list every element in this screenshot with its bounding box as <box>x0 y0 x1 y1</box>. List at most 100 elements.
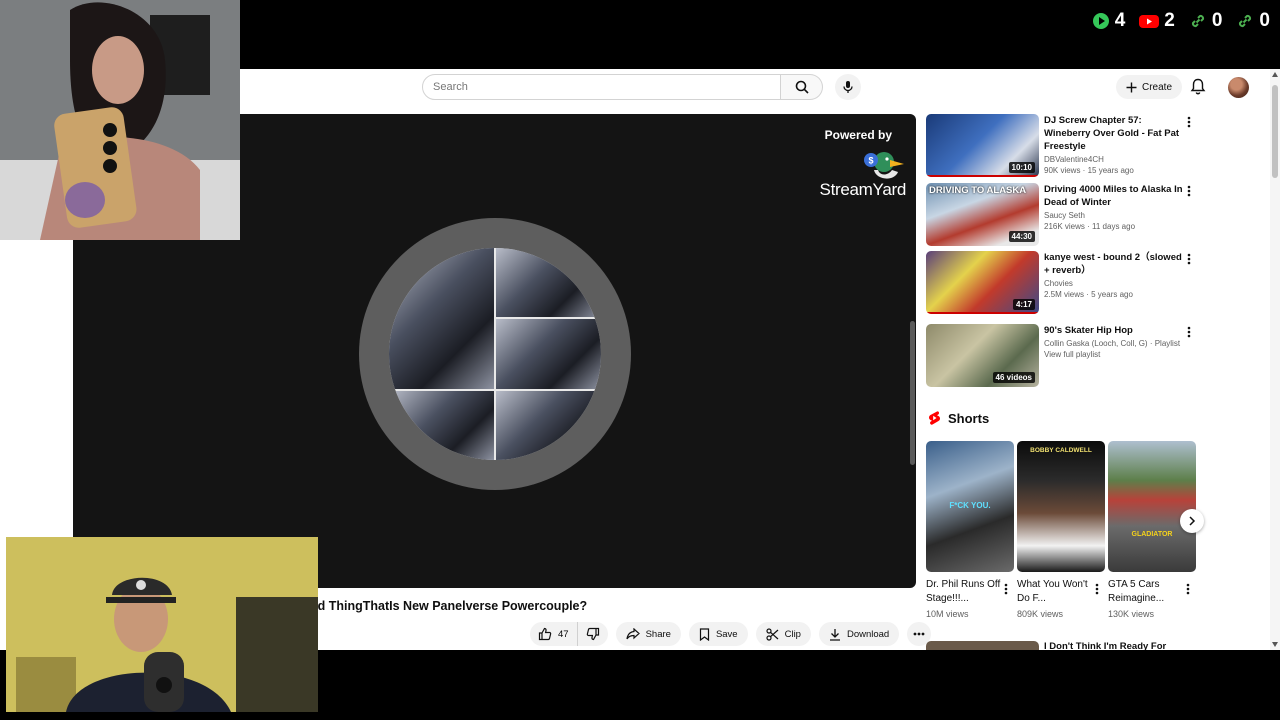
more-vertical-icon[interactable] <box>1095 583 1099 595</box>
video-title[interactable]: I Don't Think I'm Ready For <box>1044 641 1166 650</box>
guest-photo-collage <box>389 248 601 460</box>
view-stats: 2.5M views · 5 years ago <box>1044 290 1133 299</box>
more-vertical-icon[interactable] <box>1186 326 1192 338</box>
share-label: Share <box>645 628 671 640</box>
link-count-2: 0 <box>1259 10 1270 31</box>
notifications-button[interactable] <box>1190 78 1206 100</box>
short-thumbnail[interactable]: GLADIATOR <box>1108 441 1196 572</box>
search-input[interactable] <box>422 74 781 100</box>
short-video[interactable]: GLADIATOR GTA 5 Cars Reimagine... 130K v… <box>1108 441 1196 619</box>
view-stats: 216K views · 11 days ago <box>1044 222 1136 231</box>
more-horizontal-icon <box>913 632 925 636</box>
recommended-video[interactable]: I Don't Think I'm Ready For <box>926 641 1196 650</box>
download-label: Download <box>846 628 890 640</box>
more-vertical-icon[interactable] <box>1004 583 1008 595</box>
short-video[interactable]: BOBBY CALDWELL What You Won't Do F... 80… <box>1017 441 1105 619</box>
shorts-section-header: Shorts <box>928 410 989 426</box>
recommended-video[interactable]: 4:17 kanye west - bound 2（slowed + rever… <box>926 251 1196 315</box>
scroll-down-arrow-icon[interactable] <box>1272 642 1278 647</box>
channel-name[interactable]: DBValentine4CH <box>1044 155 1184 164</box>
svg-text:$: $ <box>868 156 873 166</box>
link-count-1: 0 <box>1211 10 1223 31</box>
video-title[interactable]: DJ Screw Chapter 57: Wineberry Over Gold… <box>1044 114 1184 153</box>
search-icon <box>795 80 809 94</box>
more-vertical-icon[interactable] <box>1186 583 1190 595</box>
view-full-playlist-link[interactable]: View full playlist <box>1044 350 1184 359</box>
webcam-image <box>6 537 318 712</box>
short-views: 130K views <box>1108 609 1155 619</box>
recommended-video[interactable]: 10:10 DJ Screw Chapter 57: Wineberry Ove… <box>926 114 1196 178</box>
bell-icon <box>1190 78 1206 95</box>
scrollbar-thumb[interactable] <box>1272 85 1278 178</box>
shorts-next-button[interactable] <box>1180 509 1204 533</box>
bookmark-icon <box>699 627 710 641</box>
dislike-button[interactable] <box>578 622 608 646</box>
channel-name[interactable]: Collin Gaska (Looch, Coll, G) · Playlist <box>1044 339 1184 348</box>
link-counter-2: 0 <box>1236 10 1270 32</box>
more-vertical-icon[interactable] <box>1186 116 1192 128</box>
recommended-playlist[interactable]: 46 videos 90's Skater Hip Hop Collin Gas… <box>926 324 1196 388</box>
duration-badge: 10:10 <box>1008 162 1035 173</box>
video-thumbnail[interactable]: 4:17 <box>926 251 1039 314</box>
download-icon <box>829 628 840 641</box>
scissors-icon <box>765 627 778 641</box>
more-vertical-icon[interactable] <box>1186 185 1192 197</box>
more-vertical-icon[interactable] <box>1186 253 1192 265</box>
search-button[interactable] <box>781 74 823 100</box>
short-title[interactable]: GTA 5 Cars Reimagine... <box>1108 578 1184 606</box>
clip-button[interactable]: Clip <box>755 622 811 646</box>
collage-photo <box>496 319 601 389</box>
playlist-thumbnail[interactable]: 46 videos <box>926 324 1039 387</box>
share-icon <box>625 628 640 640</box>
recommended-video[interactable]: DRIVING TO ALASKA 44:30 Driving 4000 Mil… <box>926 183 1196 247</box>
microphone-icon <box>843 81 853 93</box>
shorts-icon <box>929 411 940 425</box>
video-meta: Driving 4000 Miles to Alaska In Dead of … <box>1044 183 1184 231</box>
view-stats: 90K views · 15 years ago <box>1044 166 1134 175</box>
duration-badge: 44:30 <box>1008 231 1035 242</box>
short-title[interactable]: Dr. Phil Runs Off Stage!!!... <box>926 578 1002 606</box>
playlist-meta: 90's Skater Hip Hop Collin Gaska (Looch,… <box>1044 324 1184 359</box>
page-scroll-indicator <box>910 321 915 465</box>
duration-badge: 4:17 <box>1012 299 1035 310</box>
playlist-title[interactable]: 90's Skater Hip Hop <box>1044 324 1184 337</box>
scroll-up-arrow-icon[interactable] <box>1272 72 1278 77</box>
avatar[interactable] <box>1228 77 1249 98</box>
video-title[interactable]: kanye west - bound 2（slowed + reverb） <box>1044 251 1184 277</box>
short-video[interactable]: F*CK YOU. Dr. Phil Runs Off Stage!!!... … <box>926 441 1014 619</box>
clip-label: Clip <box>784 628 801 640</box>
video-title[interactable]: Driving 4000 Miles to Alaska In Dead of … <box>1044 183 1184 209</box>
video-thumbnail[interactable]: DRIVING TO ALASKA 44:30 <box>926 183 1039 246</box>
link-counter-1: 0 <box>1189 10 1223 32</box>
play-icon <box>1092 13 1109 29</box>
short-title[interactable]: What You Won't Do F... <box>1017 578 1093 606</box>
plus-icon <box>1126 82 1137 92</box>
video-actions: 47 Share Save Clip Download <box>530 622 932 646</box>
viewers-count: 4 <box>1114 10 1126 31</box>
streamyard-watermark: Powered by $ StreamYard <box>820 128 907 200</box>
stream-stats: 4 2 0 0 <box>1092 10 1270 32</box>
page-scrollbar[interactable] <box>1270 69 1280 650</box>
like-button[interactable]: 47 <box>530 622 578 646</box>
short-thumbnail[interactable]: F*CK YOU. <box>926 441 1014 572</box>
create-button[interactable]: Create <box>1116 75 1183 99</box>
video-meta: kanye west - bound 2（slowed + reverb） Ch… <box>1044 251 1184 299</box>
download-button[interactable]: Download <box>818 622 900 646</box>
share-button[interactable]: Share <box>615 622 681 646</box>
playlist-count-badge: 46 videos <box>992 372 1035 383</box>
webcam-feed-guest <box>0 0 240 240</box>
collage-photo <box>496 248 601 318</box>
video-thumbnail[interactable] <box>926 641 1039 650</box>
youtube-counter: 2 <box>1139 10 1175 32</box>
video-thumbnail[interactable]: 10:10 <box>926 114 1039 177</box>
thumbs-up-icon <box>538 627 552 641</box>
channel-name[interactable]: Chovies <box>1044 279 1184 288</box>
save-button[interactable]: Save <box>688 622 748 646</box>
voice-search-button[interactable] <box>835 74 861 100</box>
guest-avatar-ring <box>359 218 631 490</box>
youtube-count: 2 <box>1164 10 1175 31</box>
thumbs-down-icon <box>586 627 599 641</box>
short-thumbnail[interactable]: BOBBY CALDWELL <box>1017 441 1105 572</box>
short-views: 10M views <box>926 609 969 619</box>
channel-name[interactable]: Saucy Seth <box>1044 211 1184 220</box>
